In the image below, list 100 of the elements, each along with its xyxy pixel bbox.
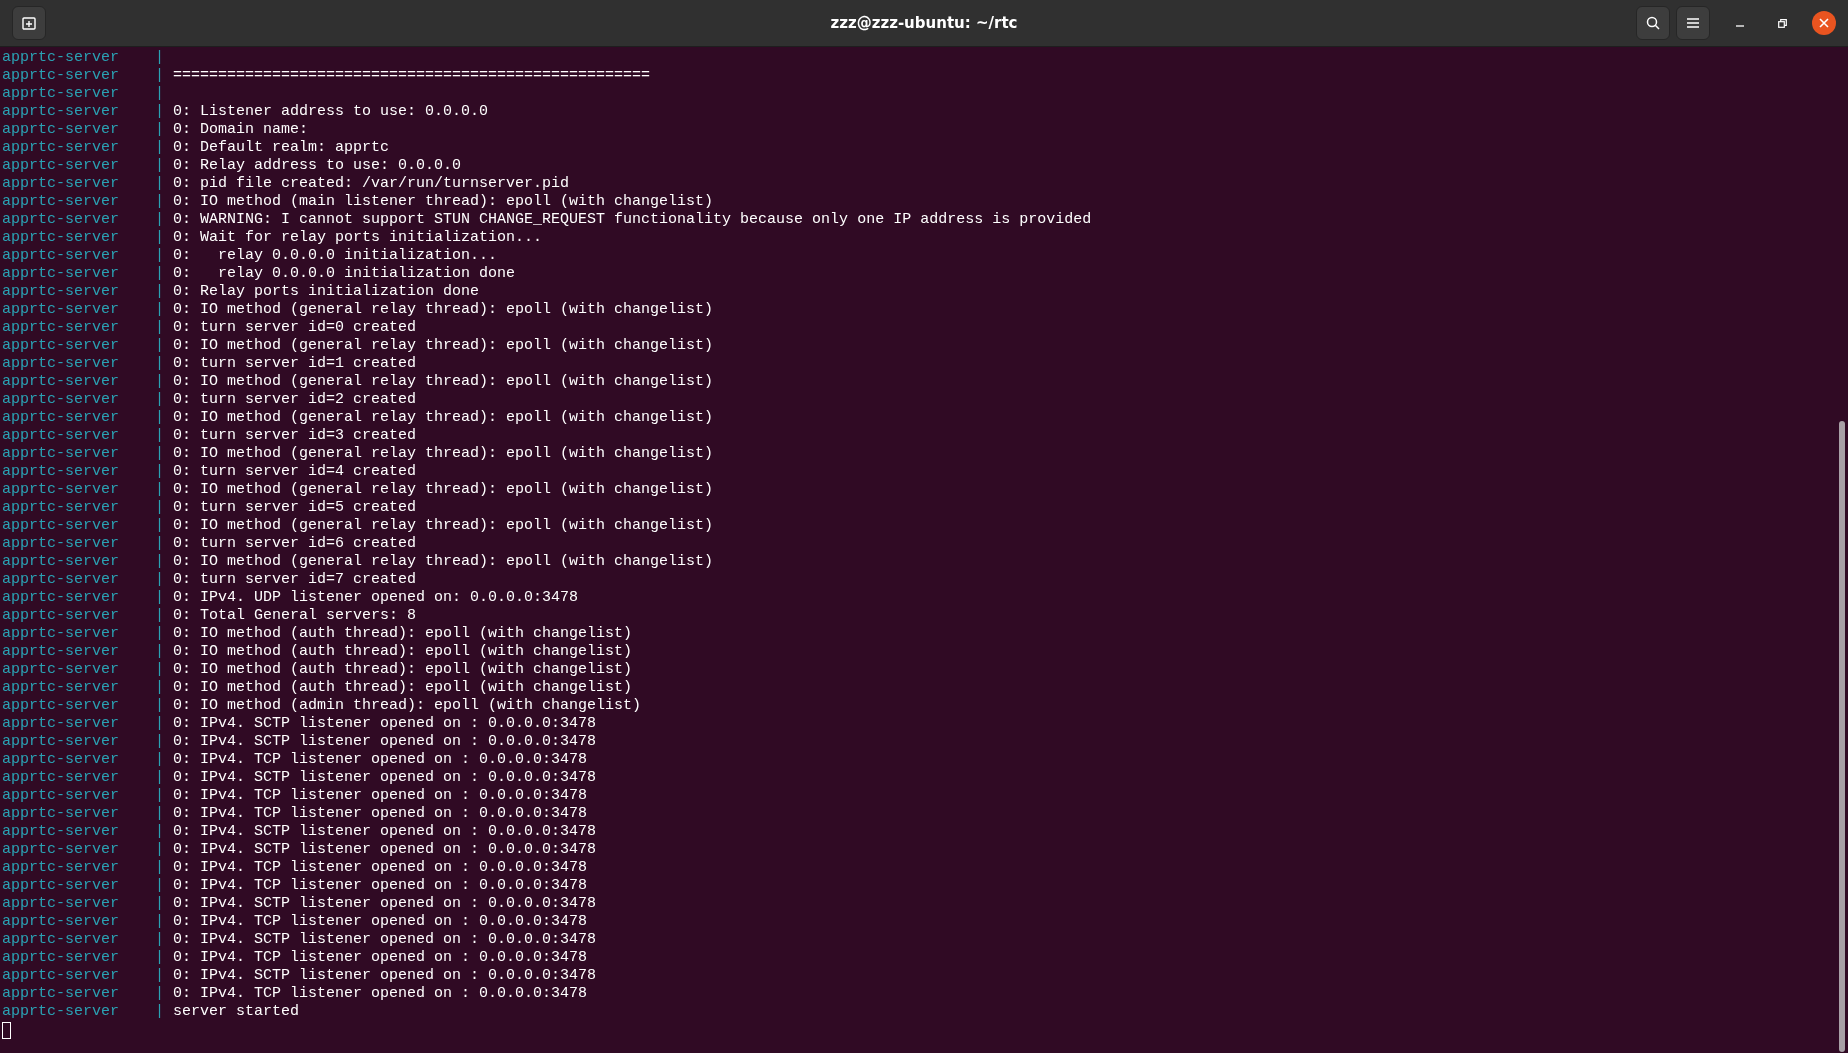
log-message: 0: relay 0.0.0.0 initialization... [173, 247, 498, 265]
new-tab-button[interactable] [12, 6, 46, 40]
log-message: 0: IPv4. TCP listener opened on : 0.0.0.0:3478 [173, 913, 588, 931]
log-message: 0: Listener address to use: 0.0.0.0 [173, 103, 489, 121]
separator: | [155, 535, 166, 553]
separator: | [155, 913, 166, 931]
log-source: apprtc-server [2, 427, 121, 445]
separator: | [155, 409, 166, 427]
log-source: apprtc-server [2, 67, 121, 85]
log-message: 0: Default realm: apprtc [173, 139, 390, 157]
window-title: zzz@zzz-ubuntu: ~/rtc [830, 14, 1018, 32]
separator: | [155, 103, 166, 121]
separator: | [155, 859, 166, 877]
log-message: 0: IPv4. TCP listener opened on : 0.0.0.0:3478 [173, 877, 588, 895]
log-source: apprtc-server [2, 283, 121, 301]
log-message: 0: IO method (general relay thread): epoll (with changelist) [173, 373, 714, 391]
log-source: apprtc-server [2, 355, 121, 373]
log-source: apprtc-server [2, 1003, 121, 1021]
close-button[interactable] [1812, 11, 1836, 35]
log-message: 0: turn server id=7 created [173, 571, 417, 589]
separator: | [155, 481, 166, 499]
log-message: 0: IPv4. TCP listener opened on : 0.0.0.0:3478 [173, 787, 588, 805]
log-message: 0: Relay address to use: 0.0.0.0 [173, 157, 462, 175]
separator: | [155, 319, 166, 337]
log-message: 0: IO method (general relay thread): epoll (with changelist) [173, 517, 714, 535]
log-source: apprtc-server [2, 391, 121, 409]
separator: | [155, 355, 166, 373]
log-source: apprtc-server [2, 607, 121, 625]
log-source: apprtc-server [2, 661, 121, 679]
log-message: 0: IPv4. SCTP listener opened on : 0.0.0.0:3478 [173, 733, 597, 751]
log-source: apprtc-server [2, 319, 121, 337]
log-source: apprtc-server [2, 535, 121, 553]
log-source: apprtc-server [2, 877, 121, 895]
log-message: 0: pid file created: /var/run/turnserver.pid [173, 175, 570, 193]
restore-icon [1777, 18, 1787, 28]
separator: | [155, 715, 166, 733]
log-source: apprtc-server [2, 337, 121, 355]
separator: | [155, 661, 166, 679]
separator: | [155, 679, 166, 697]
separator: | [155, 337, 166, 355]
log-source: apprtc-server [2, 931, 121, 949]
log-message: 0: IO method (general relay thread): epoll (with changelist) [173, 481, 714, 499]
log-source: apprtc-server [2, 553, 121, 571]
separator: | [155, 589, 166, 607]
separator: | [155, 49, 166, 67]
log-source: apprtc-server [2, 373, 121, 391]
log-source: apprtc-server [2, 733, 121, 751]
separator: | [155, 625, 166, 643]
log-source: apprtc-server [2, 301, 121, 319]
log-message: 0: IO method (auth thread): epoll (with changelist) [173, 625, 633, 643]
log-source: apprtc-server [2, 409, 121, 427]
log-source: apprtc-server [2, 643, 121, 661]
log-source: apprtc-server [2, 895, 121, 913]
log-message: 0: IO method (auth thread): epoll (with changelist) [173, 661, 633, 679]
log-message: 0: turn server id=6 created [173, 535, 417, 553]
log-source: apprtc-server [2, 679, 121, 697]
log-message: 0: IO method (general relay thread): epoll (with changelist) [173, 409, 714, 427]
log-source: apprtc-server [2, 913, 121, 931]
separator: | [155, 949, 166, 967]
log-message: 0: IO method (general relay thread): epoll (with changelist) [173, 301, 714, 319]
log-message: 0: turn server id=0 created [173, 319, 417, 337]
search-button[interactable] [1636, 6, 1670, 40]
log-source: apprtc-server [2, 517, 121, 535]
log-message: 0: Wait for relay ports initialization... [173, 229, 543, 247]
log-message: 0: IPv4. TCP listener opened on : 0.0.0.0:3478 [173, 805, 588, 823]
separator: | [155, 247, 166, 265]
text-cursor [2, 1022, 11, 1039]
log-source: apprtc-server [2, 769, 121, 787]
log-message: 0: turn server id=4 created [173, 463, 417, 481]
log-message: 0: IO method (general relay thread): epoll (with changelist) [173, 337, 714, 355]
separator: | [155, 175, 166, 193]
log-source: apprtc-server [2, 571, 121, 589]
log-message: 0: IPv4. SCTP listener opened on : 0.0.0.0:3478 [173, 769, 597, 787]
log-source: apprtc-server [2, 193, 121, 211]
scrollbar-thumb[interactable] [1839, 421, 1845, 1052]
log-message: 0: IPv4. SCTP listener opened on : 0.0.0.0:3478 [173, 931, 597, 949]
log-message: server started [173, 1003, 300, 1021]
log-source: apprtc-server [2, 715, 121, 733]
log-message: 0: IPv4. TCP listener opened on : 0.0.0.0:3478 [173, 985, 588, 1003]
log-source: apprtc-server [2, 787, 121, 805]
log-message: 0: turn server id=2 created [173, 391, 417, 409]
separator: | [155, 229, 166, 247]
log-message: 0: turn server id=1 created [173, 355, 417, 373]
separator: | [155, 211, 166, 229]
separator: | [155, 769, 166, 787]
log-message: 0: IPv4. SCTP listener opened on : 0.0.0.0:3478 [173, 967, 597, 985]
separator: | [155, 427, 166, 445]
log-source: apprtc-server [2, 463, 121, 481]
log-message: 0: IO method (admin thread): epoll (with changelist) [173, 697, 642, 715]
separator: | [155, 283, 166, 301]
log-source: apprtc-server [2, 49, 121, 67]
menu-button[interactable] [1676, 6, 1710, 40]
plus-box-icon [21, 15, 37, 31]
separator: | [155, 697, 166, 715]
log-message: 0: IO method (general relay thread): epoll (with changelist) [173, 445, 714, 463]
log-message: 0: IPv4. SCTP listener opened on : 0.0.0.0:3478 [173, 841, 597, 859]
separator: | [155, 265, 166, 283]
separator: | [155, 373, 166, 391]
separator: | [155, 517, 166, 535]
log-message: 0: turn server id=3 created [173, 427, 417, 445]
